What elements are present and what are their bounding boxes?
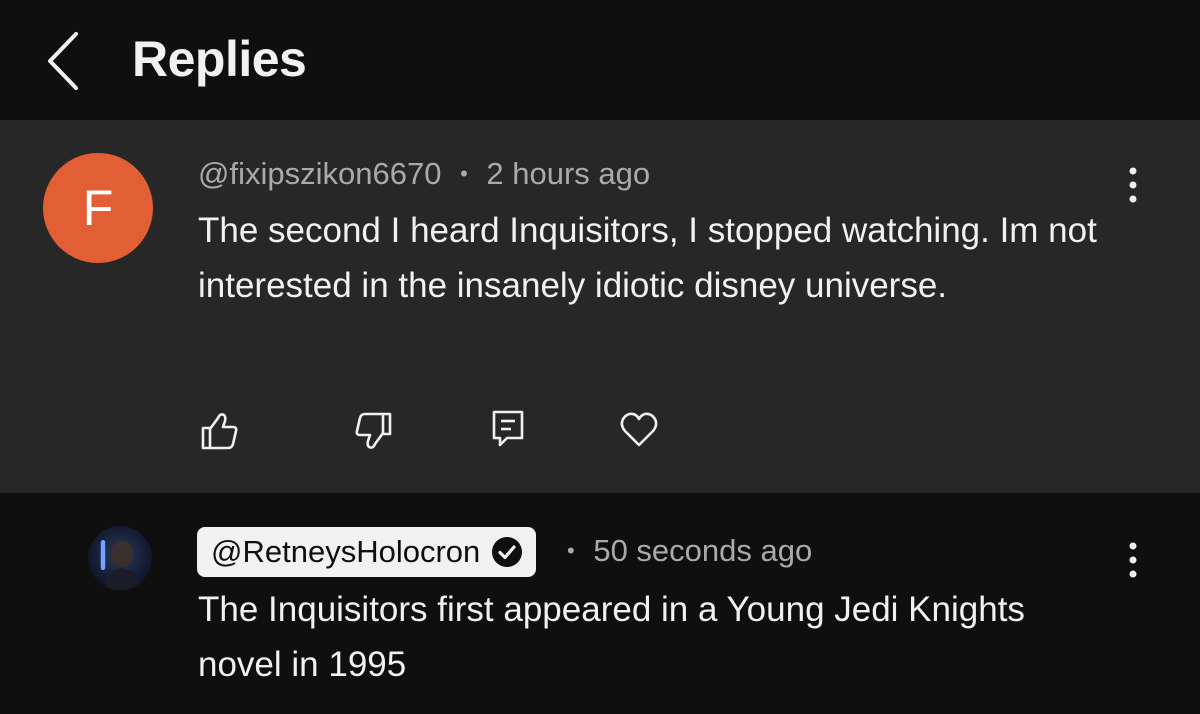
avatar[interactable]: [88, 526, 152, 590]
heart-button[interactable]: [618, 409, 660, 451]
app-header: Replies: [0, 0, 1200, 120]
more-vertical-icon: [1129, 542, 1137, 578]
comment-meta: • 50 seconds ago: [567, 533, 812, 569]
comment-text: The Inquisitors first appeared in a Youn…: [198, 590, 1025, 684]
author-handle[interactable]: @fixipszikon6670: [198, 156, 441, 191]
meta-separator: •: [567, 538, 575, 563]
more-options-button[interactable]: [1118, 535, 1148, 585]
parent-comment: F @fixipszikon6670 • 2 hours ago The sec…: [0, 120, 1200, 493]
like-icon: [201, 413, 238, 450]
like-button[interactable]: [199, 410, 241, 452]
comment-meta: @fixipszikon6670 • 2 hours ago: [198, 156, 650, 192]
reply-comment: @RetneysHolocron • 50 seconds ago The In…: [0, 493, 1200, 714]
back-button[interactable]: [40, 28, 90, 94]
chevron-left-icon: [48, 32, 78, 90]
author-handle: @RetneysHolocron: [211, 534, 481, 569]
heart-icon: [620, 412, 658, 447]
avatar[interactable]: F: [43, 153, 153, 263]
comment-timestamp: 50 seconds ago: [593, 533, 813, 568]
reply-button[interactable]: [487, 407, 529, 449]
page-title: Replies: [132, 31, 307, 87]
author-handle-chip[interactable]: @RetneysHolocron: [197, 527, 537, 577]
comment-text: The second I heard Inquisitors, I stoppe…: [198, 211, 1097, 305]
more-options-button[interactable]: [1118, 160, 1148, 210]
more-vertical-icon: [1129, 167, 1137, 203]
meta-separator: •: [460, 161, 468, 186]
dislike-icon: [355, 412, 392, 449]
profile-photo-icon: [88, 526, 152, 590]
reply-icon: [492, 410, 524, 447]
comment-timestamp: 2 hours ago: [486, 156, 651, 191]
verified-icon: [492, 537, 523, 567]
dislike-button[interactable]: [352, 410, 394, 452]
